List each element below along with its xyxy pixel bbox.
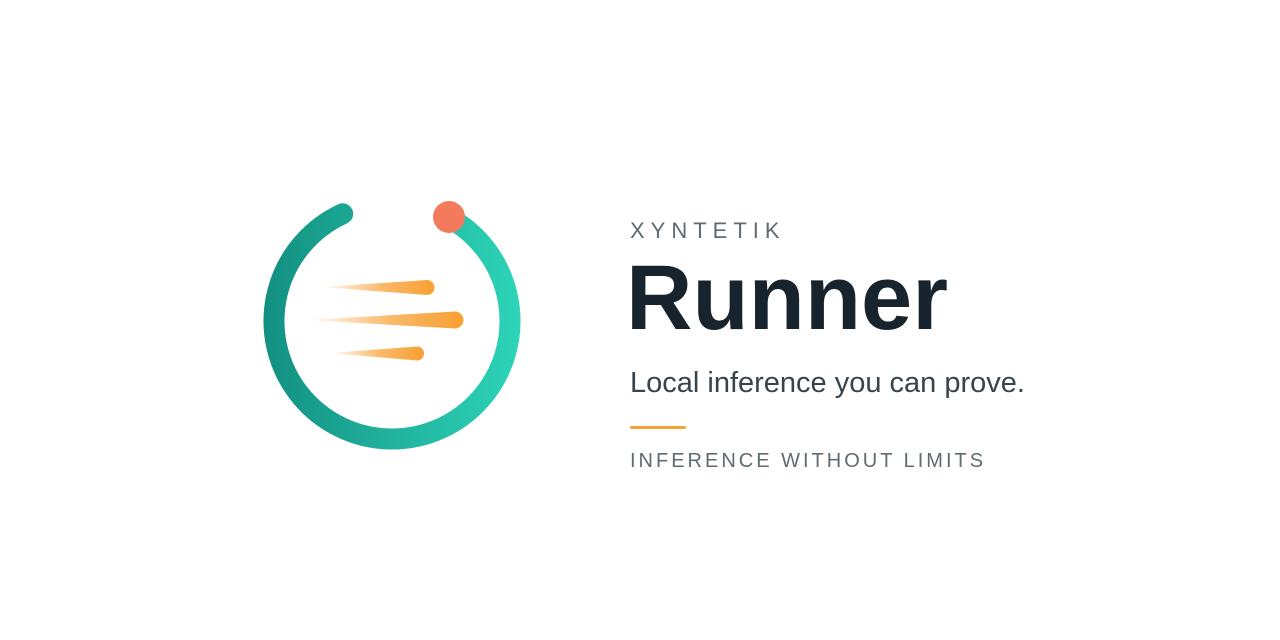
logo-streak-top xyxy=(322,280,435,295)
tagline: Local inference you can prove. xyxy=(630,367,1025,399)
logo-streak-middle xyxy=(307,311,464,329)
product-name: Runner xyxy=(626,247,948,349)
logo-streak-bottom xyxy=(330,346,424,361)
brand-text: XYNTETIK Runner Local inference you can … xyxy=(626,218,1250,473)
logo-ring xyxy=(263,203,521,450)
accent-divider xyxy=(630,426,686,429)
slogan: INFERENCE WITHOUT LIMITS xyxy=(630,450,987,472)
runner-logo-icon xyxy=(263,201,521,450)
brand-banner: XYNTETIK Runner Local inference you can … xyxy=(0,0,1280,640)
logo-dot xyxy=(433,201,465,233)
company-name: XYNTETIK xyxy=(630,218,786,243)
